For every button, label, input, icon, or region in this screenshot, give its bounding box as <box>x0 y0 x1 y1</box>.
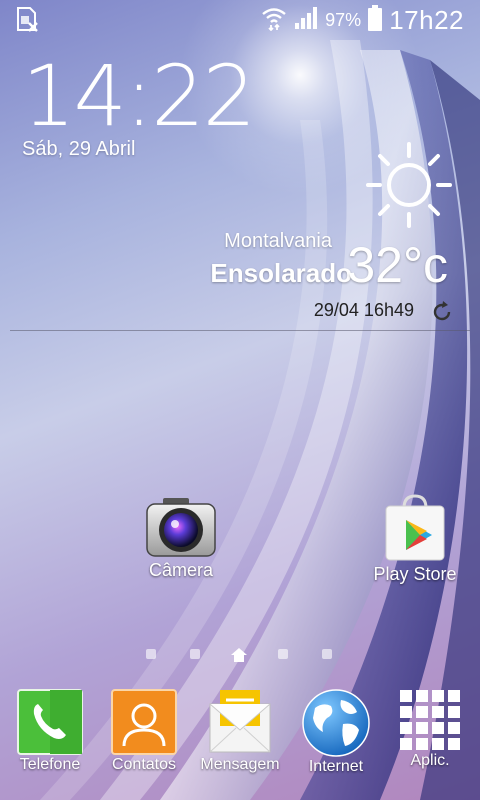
dock-label-contacts: Contatos <box>111 756 177 773</box>
app-label-camera: Câmera <box>148 560 214 580</box>
status-bar[interactable]: 97% 17h22 <box>0 0 480 38</box>
dock-app-phone[interactable]: Telefone <box>0 688 100 774</box>
weather-temperature: 32°c <box>347 237 448 293</box>
wifi-icon <box>261 5 287 36</box>
globe-icon <box>301 688 371 758</box>
contacts-icon <box>110 688 178 756</box>
page-dot[interactable] <box>146 649 156 659</box>
app-play-store[interactable]: Play Store <box>360 494 470 585</box>
widget-divider <box>10 330 470 331</box>
dock-app-messages[interactable]: Mensagem <box>190 688 290 774</box>
signal-icon <box>293 5 319 36</box>
dock-label-apps: Aplic. <box>410 752 450 769</box>
sun-icon <box>364 140 454 235</box>
page-dot[interactable] <box>322 649 332 659</box>
page-indicator[interactable] <box>0 646 480 664</box>
dock-label-internet: Internet <box>308 758 364 775</box>
app-label-play-store: Play Store <box>373 564 457 584</box>
camera-icon <box>145 494 217 560</box>
dock-label-phone: Telefone <box>19 756 81 773</box>
home-page-icon[interactable] <box>230 646 248 669</box>
clock-time: 14:22 <box>22 47 256 145</box>
dock-app-internet[interactable]: Internet <box>286 688 386 776</box>
message-icon <box>206 688 274 756</box>
dock-label-messages: Mensagem <box>200 756 280 773</box>
play-store-icon <box>380 494 450 564</box>
battery-percent: 97% <box>325 10 362 30</box>
weather-updated-time: 29/04 16h49 <box>313 300 414 320</box>
page-dot[interactable] <box>190 649 200 659</box>
app-camera[interactable]: Câmera <box>126 494 236 581</box>
dock-app-contacts[interactable]: Contatos <box>94 688 194 774</box>
page-dot[interactable] <box>278 649 288 659</box>
status-time: 17h22 <box>389 5 464 35</box>
dock-app-apps[interactable]: Aplic. <box>380 688 480 770</box>
sim-card-absent-icon <box>14 6 40 37</box>
battery-icon <box>367 4 383 37</box>
weather-widget[interactable]: Montalvania Ensolarado 32°c 29/04 16h49 <box>202 140 462 330</box>
weather-location: Montalvania <box>224 230 332 252</box>
refresh-icon[interactable] <box>430 300 454 329</box>
phone-icon <box>16 688 84 756</box>
weather-condition: Ensolarado <box>210 258 352 288</box>
apps-grid-icon <box>398 688 462 752</box>
